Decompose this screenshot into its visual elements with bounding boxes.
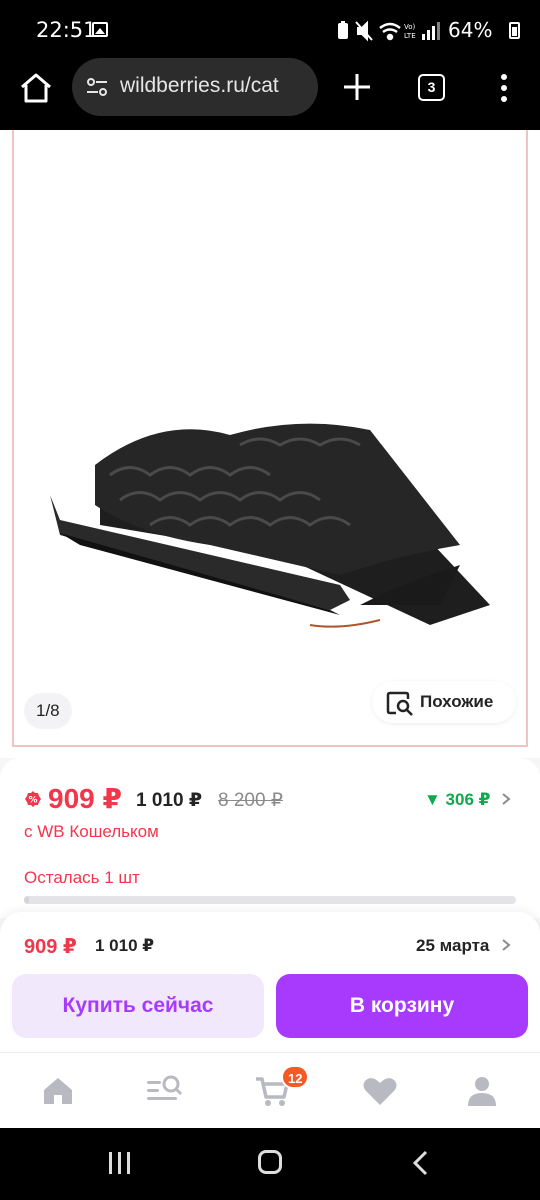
chevron-right-icon[interactable] [500,792,512,806]
current-price: 909 ₽ [48,783,122,814]
delivery-date[interactable]: 25 марта [416,936,489,956]
url-text: wildberries.ru/cat [120,74,279,97]
system-navigation-bar [0,1128,540,1200]
wallet-discount-icon: % [25,791,41,807]
tab-switcher-button[interactable]: 3 [418,74,445,101]
image-notification-icon [92,22,108,37]
address-bar[interactable]: wildberries.ru/cat [72,58,318,116]
svg-text:%: % [28,796,37,806]
signal-icon [422,22,440,40]
price-without-wallet: 1 010 ₽ [136,790,203,811]
add-to-cart-button[interactable]: В корзину [276,974,528,1038]
wifi-icon [379,22,401,41]
catalog-search-icon[interactable] [144,1071,184,1111]
svg-text:Vo): Vo) [404,23,416,31]
price-history[interactable]: ▼ 306 ₽ [424,790,490,810]
profile-icon[interactable] [462,1071,502,1111]
status-bar: 22:51 Vo) LTE 64% [0,0,540,58]
status-icons: Vo)LTE [338,20,440,42]
battery-icon [509,22,520,39]
home-icon[interactable] [38,1071,78,1111]
similar-search-icon [386,691,413,716]
purchase-price-old: 1 010 ₽ [95,936,155,955]
volte-icon: Vo)LTE [404,23,416,40]
purchase-price: 909 ₽ [24,936,77,958]
stock-progress-fill [24,896,29,904]
product-image-sandals[interactable] [40,405,510,635]
original-price: 8 200 ₽ [218,790,283,811]
new-tab-icon[interactable] [340,70,374,104]
more-menu-icon[interactable] [494,72,514,104]
price-card: % 909 ₽ 1 010 ₽ 8 200 ₽ ▼ 306 ₽ с WB Кош… [0,758,540,918]
site-settings-icon[interactable] [86,77,108,97]
image-counter: 1/8 [24,693,72,729]
purchase-bar: 909 ₽ 1 010 ₽ 25 марта Купить сейчас В к… [0,912,540,1052]
favorites-icon[interactable] [360,1071,400,1111]
mute-icon [355,20,373,42]
bottom-navigation: 12 [0,1052,540,1128]
wallet-label: с WB Кошельком [24,822,159,841]
browser-home-icon[interactable] [18,70,54,106]
buy-now-button[interactable]: Купить сейчас [12,974,264,1038]
stock-progress-bar [24,896,516,904]
web-page: 1/8 Похожие % 909 ₽ 1 010 ₽ 8 200 ₽ ▼ 30… [0,130,540,1128]
battery-percent: 64% [448,18,493,42]
similar-products-button[interactable]: Похожие [372,681,516,723]
svg-text:LTE: LTE [404,32,416,40]
chevron-right-icon[interactable] [500,938,512,952]
product-gallery[interactable]: 1/8 Похожие [0,130,540,758]
status-time: 22:51 [36,18,97,42]
battery-saver-icon [338,21,348,39]
cart-count-badge: 12 [281,1065,310,1089]
system-back-icon[interactable] [410,1150,432,1176]
browser-toolbar: wildberries.ru/cat 3 [0,58,540,130]
system-home-icon[interactable] [258,1150,282,1174]
similar-label: Похожие [420,692,494,711]
stock-label: Осталась 1 шт [24,868,140,887]
recent-apps-icon[interactable] [106,1150,134,1176]
